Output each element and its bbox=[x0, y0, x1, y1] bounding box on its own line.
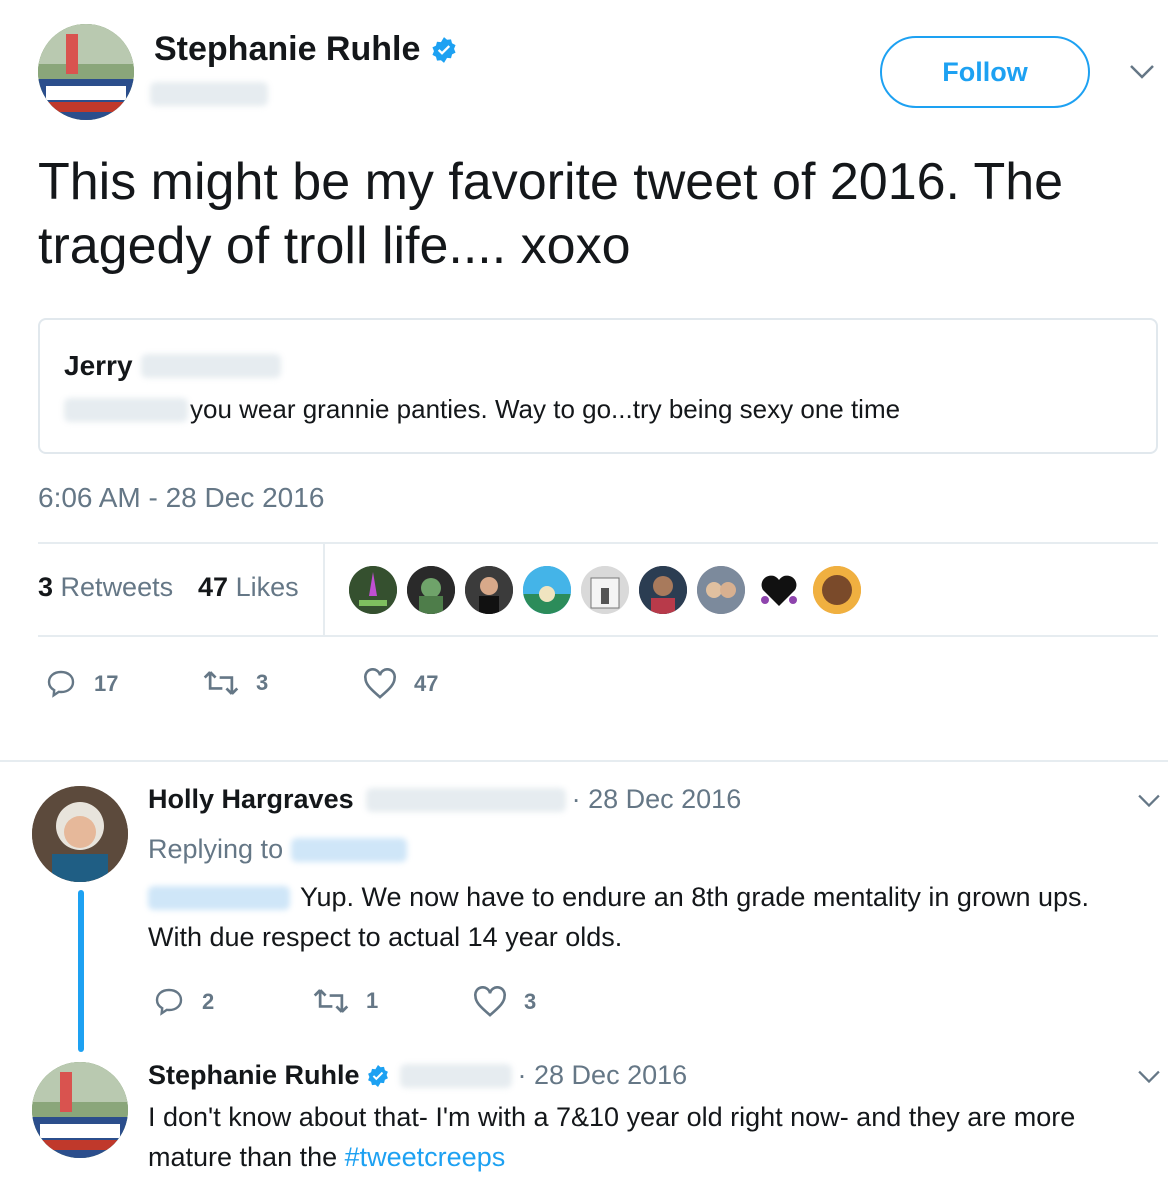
section-divider bbox=[0, 760, 1168, 762]
retweet-count: 1 bbox=[366, 988, 379, 1013]
retweet-action[interactable]: 3 bbox=[202, 668, 268, 698]
hashtag-link[interactable]: #tweetcreeps bbox=[345, 1142, 506, 1172]
liker-avatar-1[interactable] bbox=[349, 566, 397, 614]
quoted-text: you wear grannie panties. Way to go...tr… bbox=[190, 394, 901, 424]
reply-text-line-2: With due respect to actual 14 year olds. bbox=[148, 922, 623, 952]
reply-mention[interactable] bbox=[148, 885, 290, 910]
replying-to-mention[interactable] bbox=[291, 837, 408, 862]
divider bbox=[38, 635, 1158, 637]
reply-date[interactable]: · 28 Dec 2016 bbox=[518, 1060, 688, 1091]
like-action[interactable]: 47 bbox=[362, 668, 438, 700]
reply-date[interactable]: · 28 Dec 2016 bbox=[572, 784, 742, 815]
reply-count: 17 bbox=[94, 671, 119, 696]
chevron-down-icon[interactable] bbox=[1136, 792, 1162, 810]
liker-avatar-4[interactable] bbox=[523, 566, 571, 614]
reply-action[interactable]: 17 bbox=[44, 668, 118, 700]
liker-avatar-3[interactable] bbox=[465, 566, 513, 614]
replying-to-label: Replying to bbox=[148, 834, 284, 864]
likes-count: 47 bbox=[198, 572, 229, 602]
verified-badge-icon bbox=[432, 36, 456, 63]
reply-count: 2 bbox=[202, 989, 215, 1014]
divider bbox=[38, 542, 1158, 544]
heart-icon bbox=[364, 668, 396, 699]
verified-badge-icon bbox=[367, 1064, 388, 1087]
like-count: 3 bbox=[524, 989, 537, 1014]
author-name[interactable]: Stephanie Ruhle bbox=[154, 30, 420, 69]
likes-label: Likes bbox=[235, 572, 299, 602]
chevron-down-icon[interactable] bbox=[1136, 1068, 1162, 1086]
quoted-tweet[interactable]: Jerry you wear grannie panties. Way to g… bbox=[38, 318, 1158, 454]
liker-avatar-6[interactable] bbox=[639, 566, 687, 614]
reply-text-line-1: I don't know about that- I'm with a 7&10… bbox=[148, 1102, 1076, 1132]
like-count: 47 bbox=[414, 671, 439, 696]
retweets-count: 3 bbox=[38, 572, 54, 602]
reply-author-avatar[interactable] bbox=[32, 1062, 128, 1158]
liker-avatar-7[interactable] bbox=[697, 566, 745, 614]
tweet-timestamp[interactable]: 6:06 AM - 28 Dec 2016 bbox=[38, 482, 324, 514]
quoted-mention bbox=[64, 397, 188, 422]
author-handle bbox=[150, 82, 268, 106]
liker-avatar-9[interactable] bbox=[813, 566, 861, 614]
tweet-text: This might be my favorite tweet of 2016.… bbox=[38, 153, 1064, 275]
thread-line bbox=[78, 890, 84, 1052]
reply-text-line-2: mature than the bbox=[148, 1142, 345, 1172]
quoted-author-name: Jerry bbox=[64, 350, 133, 381]
reply-author-handle bbox=[399, 1063, 512, 1088]
chevron-down-icon[interactable] bbox=[1128, 62, 1156, 82]
author-avatar[interactable] bbox=[38, 24, 134, 120]
retweet-action[interactable]: 1 bbox=[312, 986, 378, 1016]
reply-author-avatar[interactable] bbox=[32, 786, 128, 882]
heart-icon bbox=[474, 986, 506, 1017]
retweets-label: Retweets bbox=[60, 572, 174, 602]
retweets-stat[interactable]: 3 Retweets bbox=[38, 572, 173, 603]
retweet-count: 3 bbox=[256, 670, 269, 695]
follow-button-label: Follow bbox=[942, 56, 1028, 87]
reply-text-line-1: Yup. We now have to endure an 8th grade … bbox=[300, 882, 1089, 912]
reply-author-name[interactable]: Holly Hargraves bbox=[148, 784, 354, 815]
reply-author-handle bbox=[365, 787, 566, 812]
liker-avatar-2[interactable] bbox=[407, 566, 455, 614]
follow-button[interactable]: Follow bbox=[880, 36, 1090, 108]
reply-action[interactable]: 2 bbox=[152, 986, 214, 1018]
likes-stat[interactable]: 47 Likes bbox=[198, 572, 299, 603]
liker-avatar-5[interactable] bbox=[581, 566, 629, 614]
quoted-author-handle bbox=[140, 354, 281, 378]
like-action[interactable]: 3 bbox=[472, 986, 536, 1018]
reply-icon bbox=[155, 988, 183, 1016]
retweet-icon bbox=[203, 671, 239, 695]
reply-icon bbox=[47, 670, 75, 698]
reply-author-name[interactable]: Stephanie Ruhle bbox=[148, 1060, 360, 1091]
divider bbox=[323, 544, 325, 636]
liker-avatar-8[interactable] bbox=[755, 566, 803, 614]
retweet-icon bbox=[313, 989, 349, 1013]
